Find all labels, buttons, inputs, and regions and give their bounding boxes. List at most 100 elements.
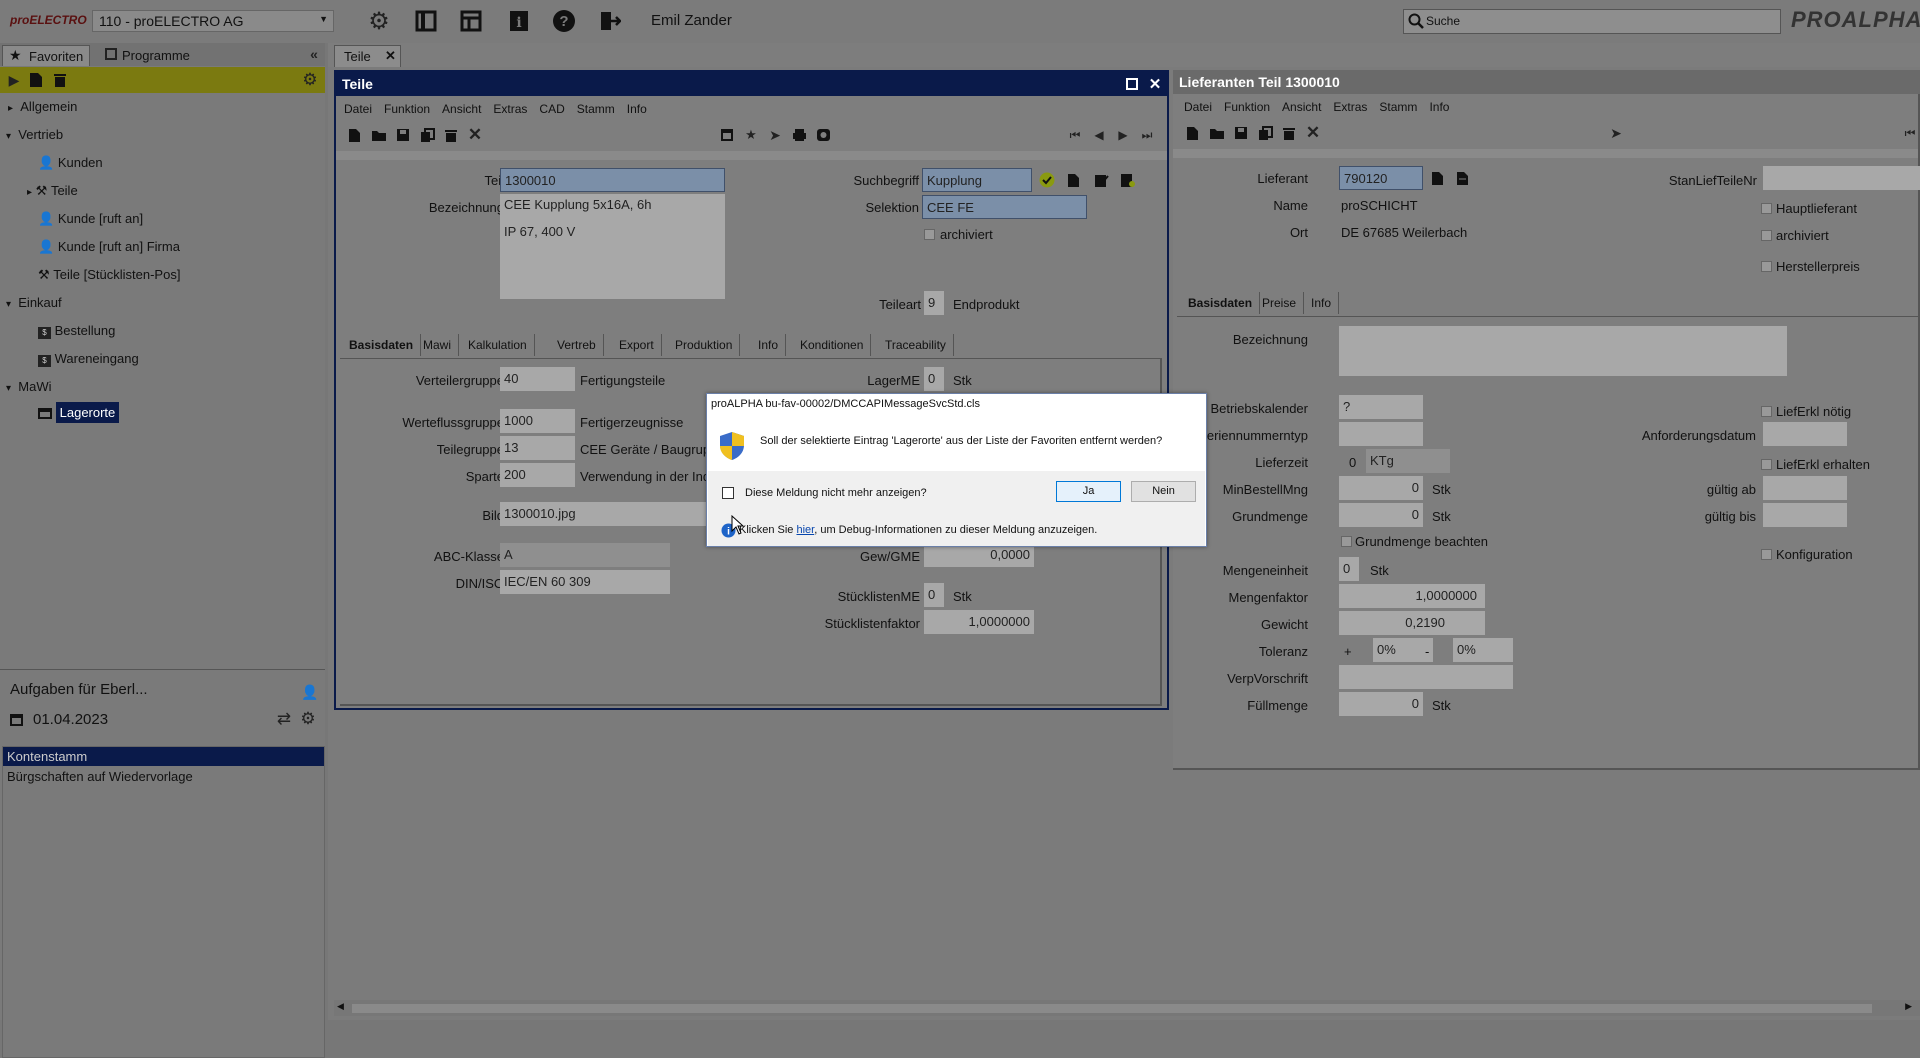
stanliefteilenr-input[interactable] bbox=[1763, 166, 1920, 190]
dont-show-again-checkbox[interactable] bbox=[722, 487, 734, 499]
help-icon[interactable]: ? bbox=[552, 9, 576, 33]
document-list-icon[interactable] bbox=[1453, 169, 1471, 187]
panel-splitter[interactable] bbox=[0, 669, 325, 676]
new-icon[interactable] bbox=[1184, 124, 1200, 142]
tree-item-wareneingang[interactable]: $ Wareneingang bbox=[38, 351, 139, 367]
collapse-panel-icon[interactable]: « bbox=[305, 45, 323, 63]
new-document-icon[interactable] bbox=[28, 71, 44, 89]
gewicht-input[interactable]: 0,2190 bbox=[1339, 611, 1485, 635]
werteflussgruppe-input[interactable]: 1000 bbox=[500, 409, 575, 433]
open-folder-icon[interactable] bbox=[370, 126, 388, 144]
verteilergruppe-input[interactable]: 40 bbox=[500, 367, 575, 391]
verpvorschrift-input[interactable] bbox=[1339, 665, 1513, 689]
menu-stamm[interactable]: Stamm bbox=[577, 102, 615, 116]
play-icon[interactable]: ▶ bbox=[6, 71, 22, 89]
menu-extras[interactable]: Extras bbox=[493, 102, 527, 116]
settings-gear-icon[interactable]: ⚙ bbox=[298, 709, 318, 729]
trash-icon[interactable] bbox=[442, 126, 460, 144]
toleranz-plus-input[interactable]: 0% bbox=[1373, 638, 1433, 662]
trash-icon[interactable] bbox=[52, 71, 68, 89]
tree-item-kunden[interactable]: 👤 Kunden bbox=[38, 155, 103, 171]
close-icon[interactable]: ✕ bbox=[1146, 75, 1164, 93]
scroll-right-icon[interactable]: ▶ bbox=[1905, 1001, 1912, 1012]
tree-item-kunde-ruft-an[interactable]: 👤 Kunde [ruft an] bbox=[38, 211, 143, 227]
bezeichnung-input[interactable]: CEE Kupplung 5x16A, 6h IP 67, 400 V bbox=[500, 194, 725, 299]
document-list-icon[interactable] bbox=[1118, 171, 1136, 189]
lieferant-input[interactable]: 790120 bbox=[1339, 166, 1423, 190]
scroll-thumb[interactable] bbox=[352, 1004, 1872, 1013]
toleranz-minus-input[interactable]: 0% bbox=[1453, 638, 1513, 662]
archiviert-checkbox[interactable] bbox=[1761, 230, 1772, 241]
copy-icon[interactable] bbox=[418, 126, 436, 144]
assign-user-icon[interactable]: 👤 bbox=[300, 682, 320, 702]
tree-item-vertrieb[interactable]: ▾ Vertrieb bbox=[6, 127, 63, 142]
refresh-icon[interactable]: ⇄ bbox=[274, 709, 294, 729]
tab-produktion[interactable]: Produktion bbox=[668, 334, 741, 356]
minbestellmng-input[interactable]: 0 bbox=[1339, 476, 1423, 500]
panel-layout-icon[interactable] bbox=[414, 9, 438, 33]
tab-preise[interactable]: Preise bbox=[1255, 292, 1305, 314]
mail-icon[interactable] bbox=[814, 126, 832, 144]
tab-traceability[interactable]: Traceability bbox=[878, 334, 954, 356]
copy-icon[interactable] bbox=[1256, 124, 1274, 142]
teileart-input[interactable]: 9 bbox=[924, 291, 944, 315]
horizontal-scrollbar[interactable]: ◀ ▶ bbox=[334, 1000, 1920, 1016]
last-record-icon[interactable]: ⏭ bbox=[1138, 126, 1156, 144]
tab-teile[interactable]: Teile ✕ bbox=[334, 45, 401, 67]
next-record-icon[interactable]: ▶ bbox=[1114, 126, 1132, 144]
stuecklistenme-input[interactable]: 0 bbox=[924, 583, 944, 607]
forward-icon[interactable]: ➤ bbox=[766, 126, 784, 144]
company-select[interactable]: 110 - proELECTRO AG ▼ bbox=[92, 10, 334, 32]
print-icon[interactable] bbox=[790, 126, 808, 144]
tree-item-teile-stueckliste[interactable]: ⚒ Teile [Stücklisten-Pos] bbox=[38, 267, 180, 283]
edit-document-icon[interactable] bbox=[1092, 171, 1110, 189]
first-record-icon[interactable]: ⏮ bbox=[1066, 126, 1084, 144]
favorite-add-icon[interactable]: ★ bbox=[742, 126, 760, 144]
tab-mawi[interactable]: Mawi bbox=[416, 334, 460, 356]
logout-icon[interactable] bbox=[598, 9, 622, 33]
previous-record-icon[interactable]: ◀ bbox=[1090, 126, 1108, 144]
menu-ansicht[interactable]: Ansicht bbox=[442, 102, 481, 116]
save-icon[interactable] bbox=[1232, 124, 1250, 142]
task-item-selected[interactable]: Kontenstamm bbox=[3, 747, 324, 766]
menu-datei[interactable]: Datei bbox=[344, 102, 372, 116]
task-item[interactable]: Bürgschaften auf Wiedervorlage bbox=[3, 766, 324, 787]
menu-extras[interactable]: Extras bbox=[1333, 100, 1367, 114]
calendar-icon[interactable] bbox=[718, 126, 736, 144]
search-field[interactable]: Suche bbox=[1403, 9, 1781, 34]
tree-item-mawi[interactable]: ▾ MaWi bbox=[6, 379, 51, 394]
forward-icon[interactable]: ➤ bbox=[1607, 124, 1625, 142]
anforderungsdatum-input[interactable] bbox=[1763, 422, 1847, 446]
document-search-icon[interactable] bbox=[1064, 171, 1082, 189]
lieferzeit-unit-input[interactable]: KTg bbox=[1366, 449, 1450, 473]
tree-item-teile[interactable]: ▸ ⚒ Teile bbox=[27, 183, 78, 199]
settings-gear-icon[interactable]: ⚙ bbox=[366, 8, 392, 35]
no-button[interactable]: Nein bbox=[1131, 481, 1196, 502]
menu-ansicht[interactable]: Ansicht bbox=[1282, 100, 1321, 114]
scroll-left-icon[interactable]: ◀ bbox=[337, 1001, 344, 1012]
document-search-icon[interactable] bbox=[1428, 169, 1446, 187]
menu-datei[interactable]: Datei bbox=[1184, 100, 1212, 114]
open-folder-icon[interactable] bbox=[1208, 124, 1226, 142]
lieferkl-erhalten-checkbox[interactable] bbox=[1761, 459, 1772, 470]
abc-klasse-input[interactable]: A bbox=[500, 543, 670, 567]
close-icon[interactable]: ✕ bbox=[385, 48, 396, 64]
tab-basisdaten[interactable]: Basisdaten bbox=[342, 334, 422, 356]
tree-item-einkauf[interactable]: ▾ Einkauf bbox=[6, 295, 62, 310]
bild-input[interactable]: 1300010.jpg bbox=[500, 502, 720, 526]
cancel-icon[interactable]: ✕ bbox=[1304, 123, 1322, 143]
new-icon[interactable] bbox=[346, 126, 362, 144]
din-iso-input[interactable]: IEC/EN 60 309 bbox=[500, 570, 670, 594]
grundmenge-beachten-checkbox[interactable] bbox=[1341, 536, 1352, 547]
menu-info[interactable]: Info bbox=[627, 102, 647, 116]
tab-favoriten[interactable]: ★ Favoriten bbox=[2, 45, 90, 66]
selektion-input[interactable]: CEE FE bbox=[922, 195, 1087, 219]
menu-stamm[interactable]: Stamm bbox=[1379, 100, 1417, 114]
tab-info[interactable]: Info bbox=[1304, 292, 1340, 314]
tree-item-allgemein[interactable]: ▸ Allgemein bbox=[8, 99, 77, 114]
mengenfaktor-input[interactable]: 1,0000000 bbox=[1339, 584, 1485, 608]
tree-item-lagerorte[interactable]: Lagerorte bbox=[38, 402, 120, 423]
stuecklistenfaktor-input[interactable]: 1,0000000 bbox=[924, 610, 1034, 634]
settings-gear-icon[interactable]: ⚙ bbox=[301, 70, 319, 90]
menu-funktion[interactable]: Funktion bbox=[384, 102, 430, 116]
